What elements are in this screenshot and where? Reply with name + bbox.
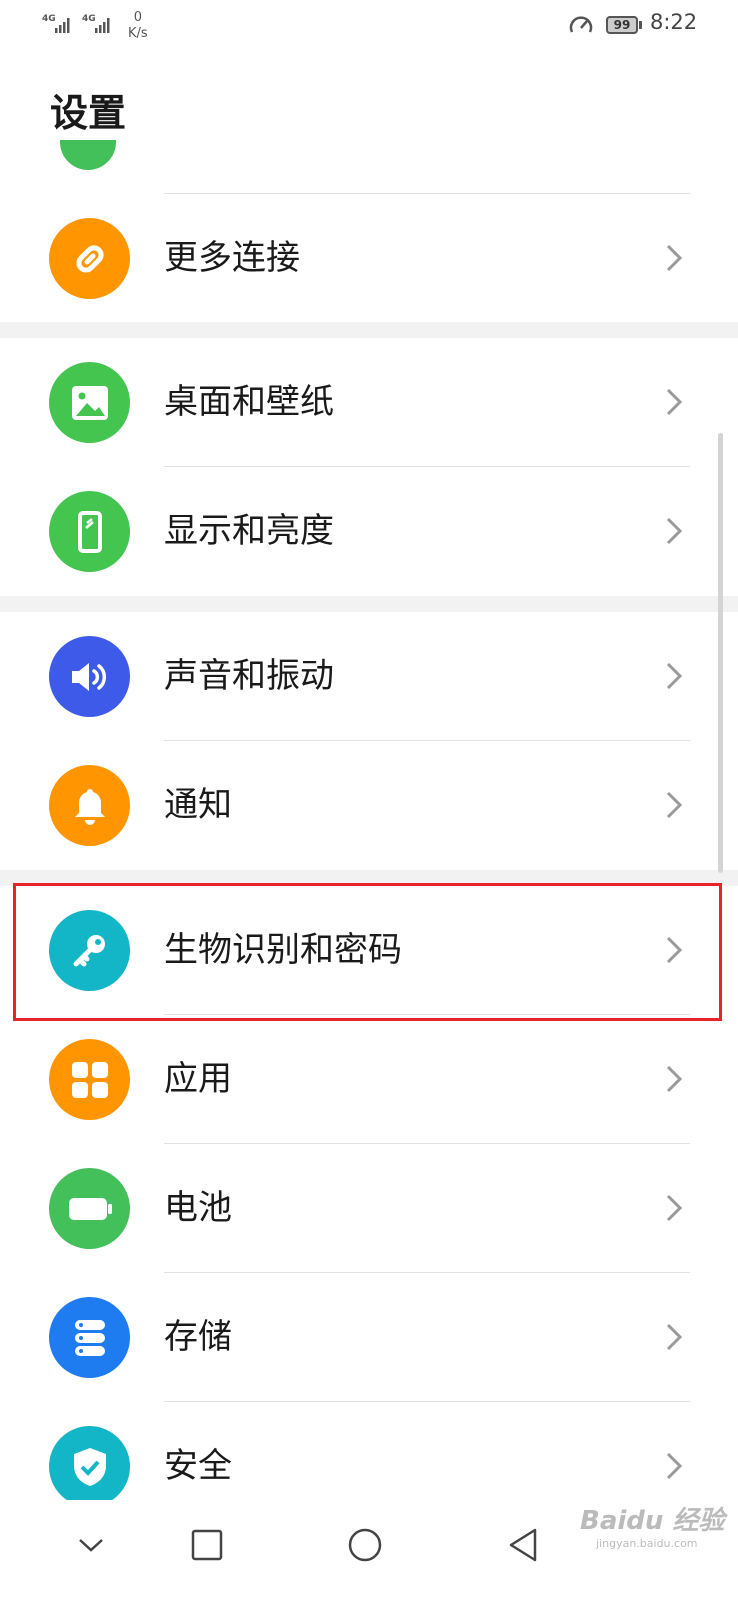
chevron-right-icon: [666, 936, 683, 964]
settings-item-notifications[interactable]: 通知: [0, 741, 738, 869]
battery-icon: [49, 1168, 130, 1249]
page-title: 设置: [50, 91, 127, 135]
link-icon: [49, 218, 130, 299]
circle-icon: [348, 1528, 382, 1562]
settings-item-label: 应用: [164, 1059, 232, 1099]
settings-item-apps[interactable]: 应用: [0, 1015, 738, 1143]
group-separator: [0, 870, 738, 886]
group-separator: [0, 596, 738, 612]
settings-item-more-connections[interactable]: 更多连接: [0, 194, 738, 322]
settings-item-label: 显示和亮度: [164, 511, 334, 551]
bell-icon: [49, 765, 130, 846]
chevron-right-icon: [666, 244, 683, 272]
chevron-right-icon: [666, 791, 683, 819]
chevron-right-icon: [666, 1065, 683, 1093]
settings-item-battery[interactable]: 电池: [0, 1144, 738, 1272]
phone-display-icon: [49, 491, 130, 572]
network-speed: 0 K/s: [128, 10, 148, 42]
back-triangle-icon: [509, 1528, 537, 1562]
settings-item-sound-vibration[interactable]: 声音和振动: [0, 612, 738, 740]
chevron-right-icon: [666, 517, 683, 545]
settings-item-label: 存储: [164, 1317, 232, 1357]
signal-bars-icon: [95, 18, 110, 33]
apps-grid-icon: [49, 1039, 130, 1120]
nav-home-button[interactable]: [340, 1520, 390, 1570]
settings-item-label: 声音和振动: [164, 656, 334, 696]
battery-indicator: 99: [606, 16, 638, 34]
chevron-right-icon: [666, 1452, 683, 1480]
watermark-url: jingyan.baidu.com: [596, 1537, 698, 1550]
chevron-right-icon: [666, 1323, 683, 1351]
speed-unit: K/s: [128, 26, 148, 41]
speedometer-icon: [569, 16, 593, 33]
square-icon: [191, 1529, 223, 1561]
image-icon: [49, 362, 130, 443]
speed-value: 0: [133, 10, 142, 25]
key-icon: [49, 910, 130, 991]
settings-item-display-brightness[interactable]: 显示和亮度: [0, 467, 738, 595]
settings-item-label: 更多连接: [164, 238, 300, 278]
scrollbar[interactable]: [718, 433, 723, 873]
settings-item-biometrics-password[interactable]: 生物识别和密码: [0, 886, 738, 1014]
settings-item-label: 生物识别和密码: [164, 930, 402, 970]
chevron-right-icon: [666, 662, 683, 690]
partial-item-icon: [60, 140, 116, 170]
clock: 8:22: [650, 10, 698, 34]
battery-tip: [639, 21, 642, 29]
storage-icon: [49, 1297, 130, 1378]
nav-back-button[interactable]: [498, 1520, 548, 1570]
group-separator: [0, 322, 738, 338]
settings-item-label: 通知: [164, 785, 232, 825]
nav-recents-button[interactable]: [182, 1520, 232, 1570]
watermark-brand: Baidu 经验: [580, 1506, 725, 1536]
shield-icon: [49, 1426, 130, 1507]
settings-item-label: 桌面和壁纸: [164, 382, 334, 422]
settings-item-home-wallpaper[interactable]: 桌面和壁纸: [0, 338, 738, 466]
speaker-icon: [49, 636, 130, 717]
chevron-right-icon: [666, 1194, 683, 1222]
chevron-down-icon: [79, 1539, 103, 1552]
status-bar: 4G 4G 0 K/s 99 8:22: [0, 0, 738, 52]
settings-item-storage[interactable]: 存储: [0, 1273, 738, 1401]
signal-bars-icon: [55, 18, 70, 33]
battery-level: 99: [613, 18, 631, 32]
settings-item-label: 电池: [164, 1188, 232, 1228]
nav-hide-button[interactable]: [66, 1520, 116, 1570]
chevron-right-icon: [666, 388, 683, 416]
